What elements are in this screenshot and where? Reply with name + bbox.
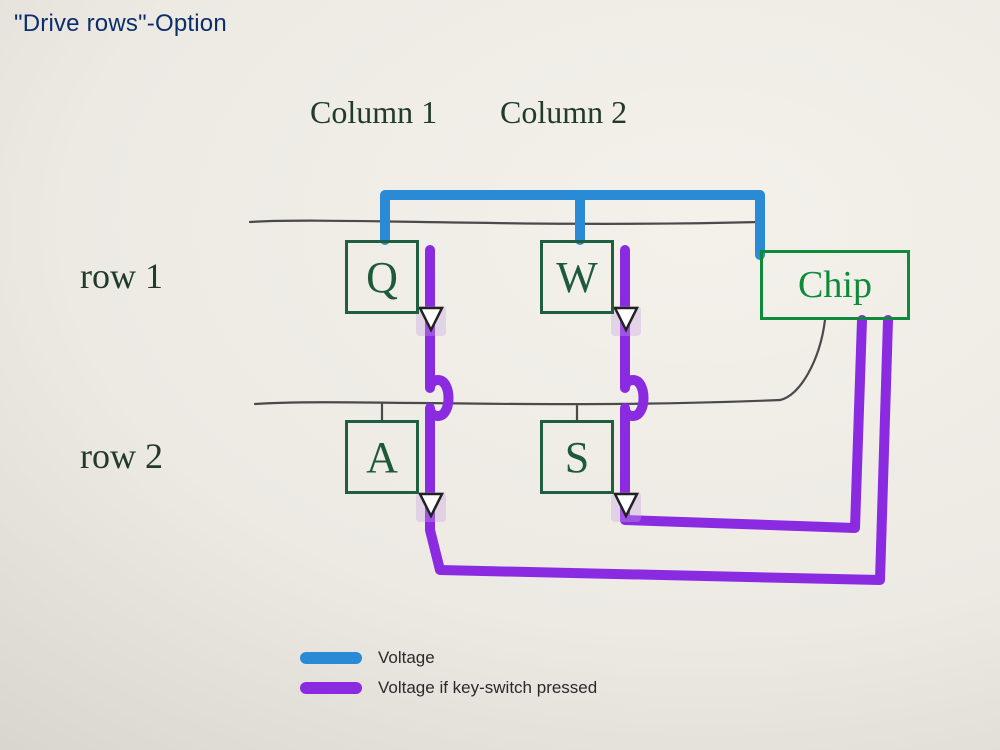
legend-voltage-pressed-label: Voltage if key-switch pressed (378, 678, 597, 698)
key-s-label: S (565, 432, 589, 483)
legend-voltage-pressed: Voltage if key-switch pressed (300, 678, 597, 698)
legend-voltage: Voltage (300, 648, 597, 668)
legend-voltage-swatch (300, 652, 362, 664)
row2-to-chip (780, 320, 825, 400)
key-a: A (345, 420, 419, 494)
legend: Voltage Voltage if key-switch pressed (300, 648, 597, 708)
key-a-label: A (366, 432, 398, 483)
key-q-label: Q (366, 252, 398, 303)
row2-wire (255, 400, 780, 404)
chip-box: Chip (760, 250, 910, 320)
key-w: W (540, 240, 614, 314)
key-q: Q (345, 240, 419, 314)
row1-wire (250, 221, 760, 224)
chip-label: Chip (798, 263, 872, 307)
legend-voltage-pressed-swatch (300, 682, 362, 694)
wiring-layer (0, 0, 1000, 750)
key-s: S (540, 420, 614, 494)
diagram-stage: "Drive rows"-Option Column 1 Column 2 ro… (0, 0, 1000, 750)
legend-voltage-label: Voltage (378, 648, 435, 668)
key-w-label: W (556, 252, 598, 303)
